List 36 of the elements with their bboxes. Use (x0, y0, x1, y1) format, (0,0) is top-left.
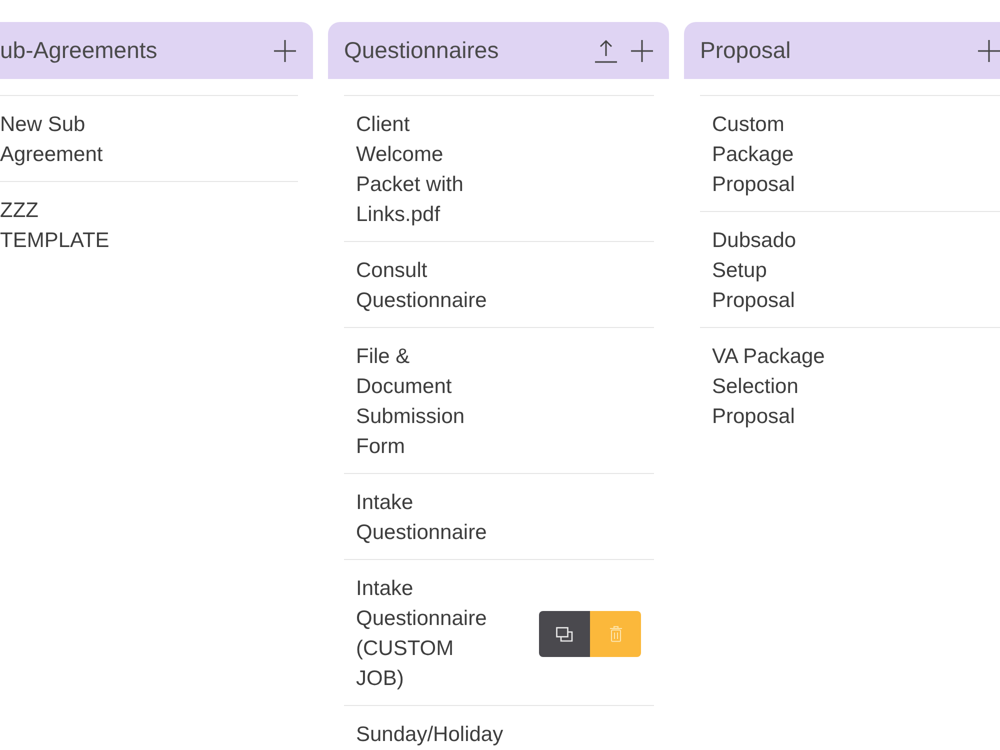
add-button[interactable] (274, 40, 296, 62)
template-row[interactable]: Dubsado Setup Proposal (700, 211, 1000, 327)
template-title: Sunday/Holiday (356, 722, 504, 748)
template-title: VA Package Selection Proposal (712, 344, 826, 430)
copy-icon (556, 626, 573, 642)
template-title: New Sub Agreement (0, 112, 104, 168)
upload-button[interactable] (594, 38, 618, 62)
template-row[interactable]: ZZZ TEMPLATE (0, 181, 298, 267)
plus-icon (631, 40, 653, 62)
template-row[interactable]: File & Document Submission Form (344, 327, 654, 473)
template-title: ZZZ TEMPLATE (0, 198, 110, 254)
template-row[interactable]: Custom Package Proposal (700, 95, 1000, 211)
column-title: Proposal (700, 37, 791, 64)
template-title: Client Welcome Packet with Links.pdf (356, 112, 464, 228)
column-title: Questionnaires (344, 37, 499, 64)
add-button[interactable] (978, 40, 1000, 62)
template-title: Dubsado Setup Proposal (712, 228, 798, 314)
template-title: Intake Questionnaire (CUSTOM JOB) (356, 576, 488, 692)
template-title: File & Document Submission Form (356, 344, 466, 460)
template-title: Consult Questionnaire (356, 258, 488, 314)
plus-icon (978, 40, 1000, 62)
template-row[interactable]: Intake Questionnaire (CUSTOM JOB) (344, 559, 654, 705)
template-row[interactable]: New Sub Agreement (0, 95, 298, 181)
template-title: Custom Package Proposal (712, 112, 796, 198)
template-row[interactable]: Consult Questionnaire (344, 241, 654, 327)
add-button[interactable] (631, 40, 653, 62)
template-title: Intake Questionnaire (356, 490, 488, 546)
template-row[interactable]: Intake Questionnaire (344, 473, 654, 559)
column-title: ub-Agreements (0, 37, 158, 64)
plus-icon (274, 40, 296, 62)
template-row[interactable]: VA Package Selection Proposal (700, 327, 1000, 443)
template-row[interactable]: Sunday/Holiday (344, 705, 654, 750)
copy-button[interactable] (539, 611, 590, 657)
template-row[interactable]: Client Welcome Packet with Links.pdf (344, 95, 654, 241)
upload-icon (594, 38, 618, 62)
trash-icon (610, 626, 622, 642)
